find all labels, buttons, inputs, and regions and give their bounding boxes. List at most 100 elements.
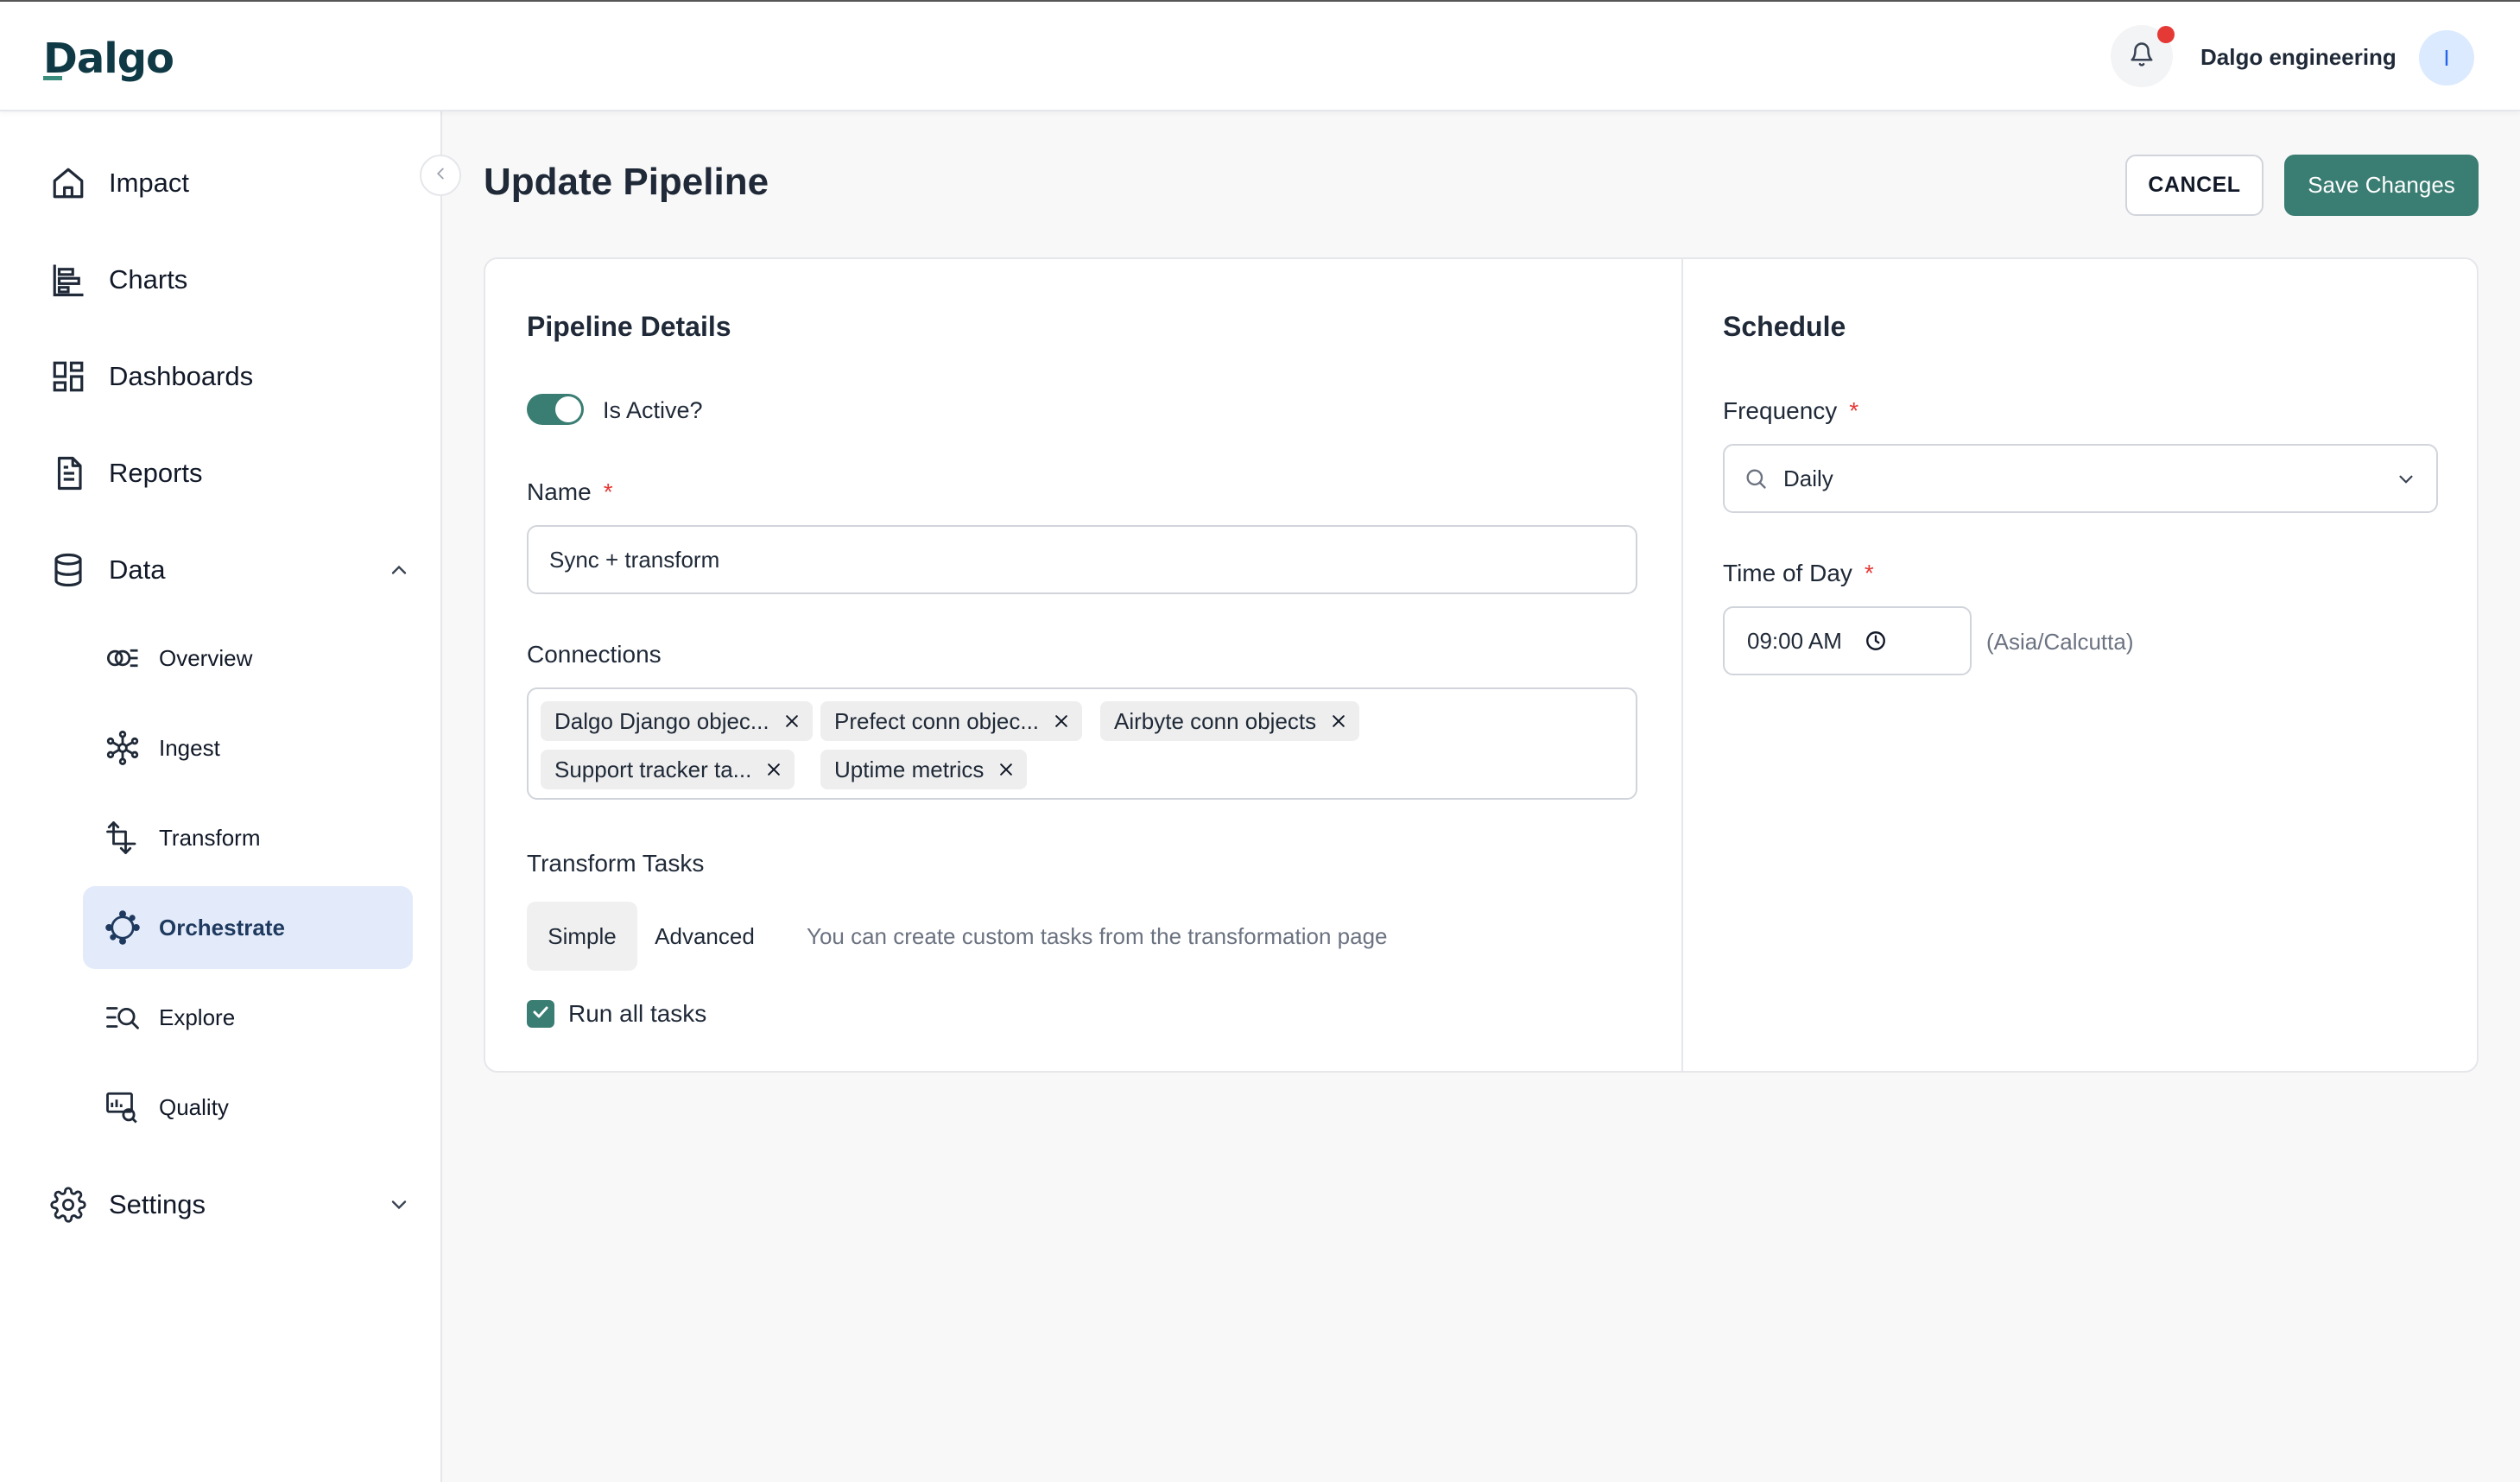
chevron-down-icon[interactable]	[387, 1193, 411, 1221]
frequency-label: Frequency *	[1723, 397, 1858, 425]
close-icon[interactable]	[765, 761, 782, 778]
top-bar: Dalgo Dalgo engineering I	[0, 0, 2520, 111]
close-icon[interactable]	[1330, 712, 1347, 730]
required-mark: *	[1849, 397, 1859, 424]
run-all-tasks-label: Run all tasks	[568, 1000, 707, 1027]
run-all-tasks-checkbox[interactable]	[527, 1000, 554, 1028]
required-mark: *	[603, 478, 613, 505]
schedule-title: Schedule	[1723, 311, 1846, 342]
gear-icon	[48, 1185, 88, 1225]
pipeline-details-title: Pipeline Details	[527, 311, 731, 342]
sidebar-item-label: Impact	[109, 168, 190, 198]
home-icon	[48, 163, 88, 203]
sidebar-item-label: Data	[109, 554, 166, 585]
cancel-button[interactable]: CANCEL	[2125, 155, 2264, 216]
transform-tasks-label: Transform Tasks	[527, 850, 705, 877]
dashboard-grid-icon	[48, 357, 88, 396]
sidebar-item-label: Explore	[159, 1004, 236, 1030]
close-icon[interactable]	[783, 712, 801, 730]
sidebar-subitem-orchestrate[interactable]: Orchestrate	[83, 886, 413, 969]
sidebar-subitem-quality[interactable]: Quality	[83, 1066, 413, 1149]
sidebar-item-label: Charts	[109, 264, 188, 294]
time-of-day-label-text: Time of Day	[1723, 560, 1852, 586]
transform-hint: You can create custom tasks from the tra…	[807, 923, 1388, 949]
notification-badge	[2157, 26, 2175, 43]
sidebar: Impact Charts Dashboards Reports Data Ov…	[0, 111, 442, 1482]
name-label: Name *	[527, 478, 613, 506]
sidebar-subitem-explore[interactable]: Explore	[83, 976, 413, 1059]
search-icon	[1744, 466, 1768, 491]
pipeline-form-card: Pipeline Details Is Active? Name * Sync +…	[484, 257, 2479, 1073]
connections-label: Connections	[527, 641, 662, 668]
sidebar-item-label: Overview	[159, 644, 253, 671]
ingest-icon	[104, 729, 142, 767]
bar-chart-icon	[48, 260, 88, 300]
clock-icon[interactable]	[1865, 630, 1887, 652]
sidebar-item-reports[interactable]: Reports	[48, 447, 411, 499]
sidebar-subitem-ingest[interactable]: Ingest	[83, 706, 413, 789]
explore-icon	[104, 998, 142, 1036]
is-active-toggle[interactable]	[527, 394, 584, 425]
connection-chip: Airbyte conn objects	[1100, 701, 1360, 741]
frequency-select[interactable]: Daily	[1723, 444, 2438, 513]
org-name[interactable]: Dalgo engineering	[2200, 44, 2397, 71]
transform-icon	[104, 819, 142, 857]
close-icon[interactable]	[1053, 712, 1070, 730]
avatar[interactable]: I	[2419, 30, 2474, 86]
frequency-value: Daily	[1783, 465, 1833, 491]
chip-label: Dalgo Django objec...	[554, 707, 769, 734]
sidebar-subitem-transform[interactable]: Transform	[83, 796, 413, 879]
sidebar-item-settings[interactable]: Settings	[48, 1179, 411, 1231]
sidebar-item-label: Settings	[109, 1189, 206, 1219]
timezone-label: (Asia/Calcutta)	[1986, 629, 2134, 655]
database-icon	[48, 550, 88, 590]
page-title: Update Pipeline	[484, 161, 769, 203]
chevron-up-icon[interactable]	[387, 558, 411, 586]
is-active-label: Is Active?	[603, 397, 703, 423]
time-value: 09:00 AM	[1747, 627, 1842, 654]
chip-label: Support tracker ta...	[554, 756, 752, 782]
sidebar-item-label: Dashboards	[109, 361, 254, 391]
bell-icon	[2129, 41, 2155, 72]
sidebar-item-label: Transform	[159, 824, 261, 851]
required-mark: *	[1864, 560, 1874, 586]
collapse-sidebar-button[interactable]	[420, 155, 461, 196]
tab-advanced[interactable]: Advanced	[649, 902, 760, 971]
sidebar-item-label: Quality	[159, 1093, 229, 1120]
save-changes-button[interactable]: Save Changes	[2284, 155, 2479, 216]
name-input-value: Sync + transform	[549, 546, 720, 573]
sidebar-subitem-overview[interactable]: Overview	[83, 617, 413, 700]
sidebar-item-label: Reports	[109, 458, 203, 488]
quality-icon	[104, 1088, 142, 1126]
sidebar-item-label: Ingest	[159, 734, 220, 761]
chip-label: Airbyte conn objects	[1114, 707, 1317, 734]
name-input[interactable]: Sync + transform	[527, 525, 1637, 594]
time-of-day-label: Time of Day *	[1723, 560, 1874, 587]
chip-label: Prefect conn objec...	[834, 707, 1040, 734]
sidebar-item-label: Orchestrate	[159, 914, 285, 940]
frequency-label-text: Frequency	[1723, 397, 1838, 424]
connections-multiselect[interactable]: Dalgo Django objec... Prefect conn objec…	[527, 687, 1637, 800]
sidebar-item-charts[interactable]: Charts	[48, 254, 411, 306]
chevron-left-icon	[431, 164, 450, 187]
card-divider	[1681, 259, 1683, 1071]
connection-chip: Support tracker ta...	[541, 750, 795, 789]
connection-chip: Prefect conn objec...	[820, 701, 1083, 741]
sidebar-item-impact[interactable]: Impact	[48, 157, 411, 209]
sidebar-item-dashboards[interactable]: Dashboards	[48, 351, 411, 402]
document-icon	[48, 453, 88, 493]
sidebar-item-data[interactable]: Data	[48, 544, 411, 596]
chevron-down-icon	[2395, 468, 2417, 495]
time-of-day-input[interactable]: 09:00 AM	[1723, 606, 1972, 675]
close-icon[interactable]	[997, 761, 1015, 778]
chip-label: Uptime metrics	[834, 756, 985, 782]
tab-simple[interactable]: Simple	[527, 902, 637, 971]
dalgo-logo[interactable]: Dalgo	[43, 35, 174, 83]
connection-chip: Dalgo Django objec...	[541, 701, 813, 741]
overview-icon	[104, 639, 142, 677]
name-label-text: Name	[527, 478, 592, 505]
logo-accent	[43, 76, 62, 80]
check-icon	[530, 1002, 551, 1027]
toggle-knob	[555, 396, 581, 422]
connection-chip: Uptime metrics	[820, 750, 1028, 789]
